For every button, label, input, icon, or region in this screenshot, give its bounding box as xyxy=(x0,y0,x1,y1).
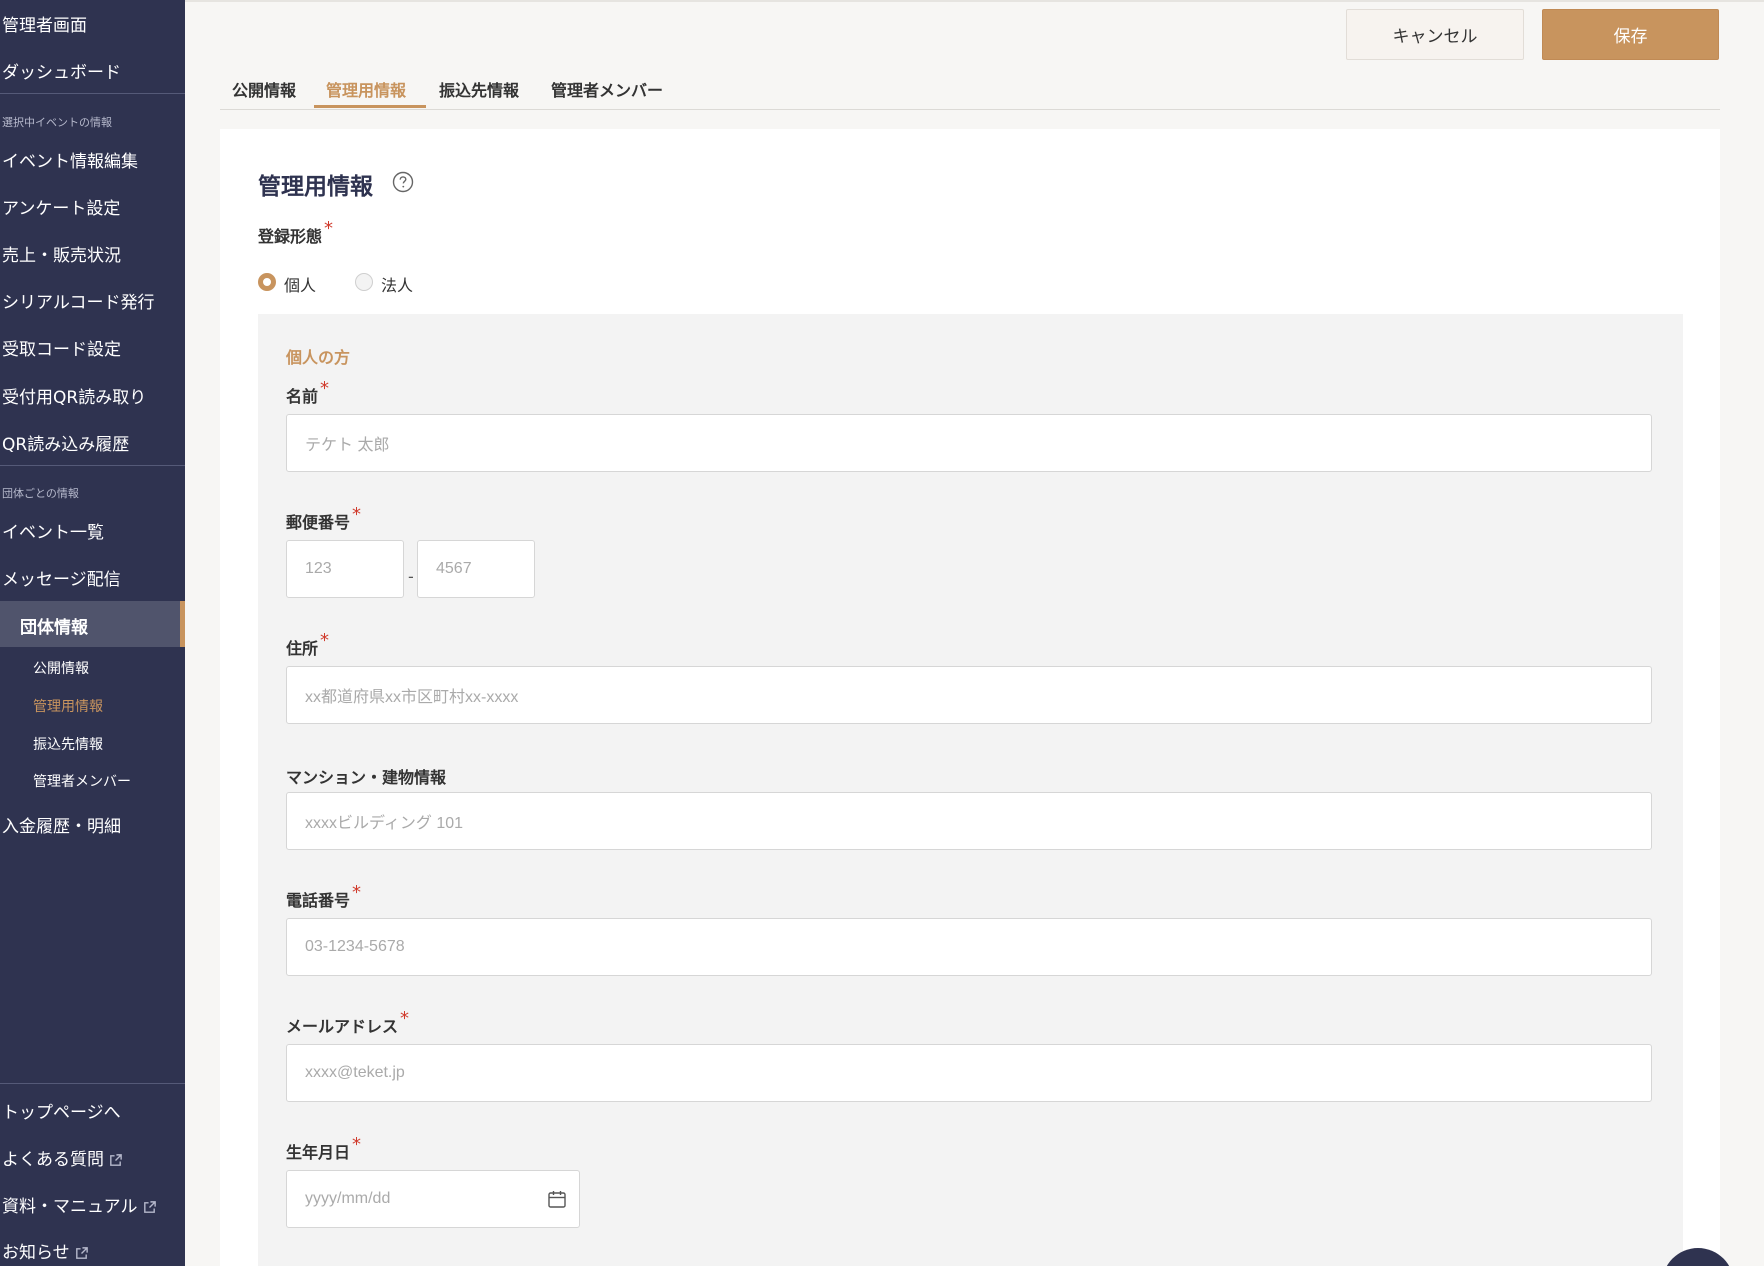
sidebar-section-group: 団体ごとの情報 xyxy=(2,487,79,500)
sidebar-item-payment-history[interactable]: 入金履歴・明細 xyxy=(2,812,121,837)
sidebar-subitem-bank-info[interactable]: 振込先情報 xyxy=(33,734,103,754)
sidebar-item-serial-code[interactable]: シリアルコード発行 xyxy=(2,288,155,313)
external-link-icon xyxy=(75,1246,88,1259)
sidebar-item-manual[interactable]: 資料・マニュアル xyxy=(2,1192,157,1217)
sidebar-subitem-admin-info[interactable]: 管理用情報 xyxy=(33,696,103,716)
form-card: 管理用情報 登録形態 * 個人 法人 個人の方 名前 * テケト 太郎 郵便番号 * … xyxy=(220,129,1720,1266)
sidebar-item-dashboard[interactable]: ダッシュボード xyxy=(2,58,121,83)
required-mark: * xyxy=(352,504,362,525)
tab-bar: 公開情報 管理用情報 振込先情報 管理者メンバー xyxy=(220,74,1720,110)
name-label: 名前 * xyxy=(286,378,329,407)
sidebar-item-group-info[interactable]: 団体情報 xyxy=(0,601,185,647)
sidebar-item-survey[interactable]: アンケート設定 xyxy=(2,194,120,219)
active-tab-indicator xyxy=(314,105,426,108)
individual-info-panel: 個人の方 名前 * テケト 太郎 郵便番号 * 123 - 4567 住所 * xx都… xyxy=(258,314,1683,1266)
sidebar-subitem-admin-members[interactable]: 管理者メンバー xyxy=(33,771,131,791)
label-text: 郵便番号 xyxy=(286,513,351,532)
sidebar-item-news[interactable]: お知らせ xyxy=(2,1238,89,1263)
registration-type-label: 登録形態 * xyxy=(258,218,333,247)
phone-input[interactable]: 03-1234-5678 xyxy=(286,918,1652,976)
email-label: メールアドレス * xyxy=(286,1008,409,1037)
header-shadow xyxy=(185,0,1764,2)
sidebar-item-label: 資料・マニュアル xyxy=(2,1197,138,1217)
postal-code-first-input[interactable]: 123 xyxy=(286,540,404,598)
required-mark: * xyxy=(320,378,330,399)
panel-title: 個人の方 xyxy=(286,348,351,367)
birthdate-label: 生年月日 * xyxy=(286,1134,361,1163)
external-link-icon xyxy=(110,1153,122,1166)
sidebar-item-sales[interactable]: 売上・販売状況 xyxy=(2,241,121,266)
tab-public-info[interactable]: 公開情報 xyxy=(232,77,296,101)
help-icon[interactable] xyxy=(392,171,414,193)
sidebar-divider xyxy=(0,1083,185,1084)
tab-bank-info[interactable]: 振込先情報 xyxy=(439,77,519,101)
label-text: メールアドレス xyxy=(286,1017,399,1036)
sidebar-item-qr-reader[interactable]: 受付用QR読み取り xyxy=(2,383,146,408)
label-text: 住所 xyxy=(286,639,319,658)
birthdate-input[interactable]: yyyy/mm/dd xyxy=(286,1170,580,1228)
sidebar-item-top-page[interactable]: トップページへ xyxy=(2,1098,121,1123)
sidebar-item-label: 団体情報 xyxy=(20,618,88,638)
sidebar-item-faq[interactable]: よくある質問 xyxy=(2,1145,123,1170)
calendar-icon[interactable] xyxy=(547,1189,567,1209)
external-link-icon xyxy=(143,1200,156,1213)
postal-separator: - xyxy=(408,567,414,586)
postal-code-label: 郵便番号 * xyxy=(286,504,361,533)
sidebar-section-event: 選択中イベントの情報 xyxy=(2,116,112,129)
sidebar-subitem-public-info[interactable]: 公開情報 xyxy=(33,658,89,678)
label-text: 登録形態 xyxy=(258,227,323,246)
email-input[interactable]: xxxx@teket.jp xyxy=(286,1044,1652,1102)
tab-admin-members[interactable]: 管理者メンバー xyxy=(551,77,663,101)
phone-label: 電話番号 * xyxy=(286,882,361,911)
sidebar-item-qr-history[interactable]: QR読み込み履歴 xyxy=(2,430,129,455)
sidebar: 管理者画面 ダッシュボード 選択中イベントの情報 イベント情報編集 アンケート設… xyxy=(0,0,185,1266)
radio-label: 個人 xyxy=(284,276,317,295)
tab-admin-info[interactable]: 管理用情報 xyxy=(326,77,406,101)
required-mark: * xyxy=(352,882,362,903)
address-label: 住所 * xyxy=(286,630,329,659)
label-text: マンション・建物情報 xyxy=(286,768,447,787)
name-input[interactable]: テケト 太郎 xyxy=(286,414,1652,472)
label-text: 生年月日 xyxy=(286,1143,351,1162)
cancel-button[interactable]: キャンセル xyxy=(1346,9,1524,60)
sidebar-item-message[interactable]: メッセージ配信 xyxy=(2,565,121,590)
label-text: 名前 xyxy=(286,387,319,406)
radio-label: 法人 xyxy=(381,276,414,295)
label-text: 電話番号 xyxy=(286,891,351,910)
active-indicator xyxy=(180,601,185,647)
required-mark: * xyxy=(320,630,330,651)
sidebar-item-receive-code[interactable]: 受取コード設定 xyxy=(2,335,121,360)
sidebar-divider xyxy=(0,93,185,94)
address-input[interactable]: xx都道府県xx市区町村xx-xxxx xyxy=(286,666,1652,724)
save-button[interactable]: 保存 xyxy=(1542,9,1719,60)
sidebar-item-event-list[interactable]: イベント一覧 xyxy=(2,518,104,543)
building-label: マンション・建物情報 xyxy=(286,764,446,788)
required-mark: * xyxy=(400,1008,410,1029)
sidebar-item-label: お知らせ xyxy=(2,1243,70,1263)
birthdate-placeholder: yyyy/mm/dd xyxy=(305,1190,391,1207)
sidebar-item-label: よくある質問 xyxy=(2,1150,104,1170)
sidebar-divider xyxy=(0,465,185,466)
required-mark: * xyxy=(324,218,334,239)
radio-checked-icon xyxy=(258,273,276,291)
sidebar-item-event-edit[interactable]: イベント情報編集 xyxy=(2,147,138,172)
sidebar-item-admin-home[interactable]: 管理者画面 xyxy=(2,11,87,36)
building-input[interactable]: xxxxビルディング 101 xyxy=(286,792,1652,850)
required-mark: * xyxy=(352,1134,362,1155)
page-title: 管理用情報 xyxy=(258,174,373,200)
radio-unchecked-icon xyxy=(355,273,373,291)
postal-code-second-input[interactable]: 4567 xyxy=(417,540,535,598)
